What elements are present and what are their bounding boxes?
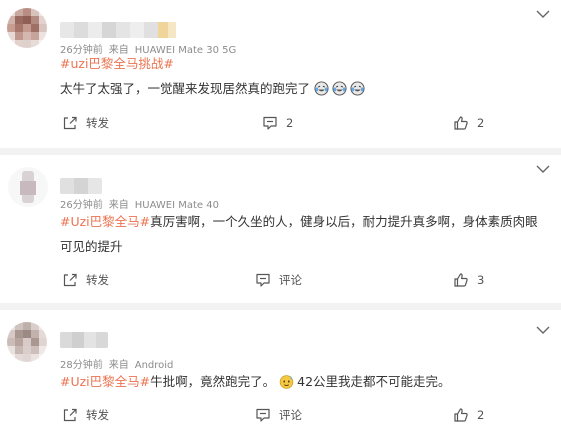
section-divider xyxy=(0,303,561,310)
comment-feed: 26分钟前 来自 HUAWEI Mate 30 5G #uzi巴黎全马挑战# 太牛了… xyxy=(0,0,561,435)
post-body: #uzi巴黎全马挑战# 太牛了太强了，一觉醒来发现居然真的跑完了 xyxy=(60,51,368,101)
like-count: 2 xyxy=(477,116,485,130)
repost-button[interactable]: 转发 xyxy=(62,111,109,135)
comment-card: 28分钟前 来自 Android #Uzi巴黎全马#牛批啊，竟然跑完了。 42公里我… xyxy=(0,310,561,435)
repost-label: 转发 xyxy=(86,408,109,422)
action-bar: 转发 评论 3 xyxy=(0,268,561,292)
laughing-tears-emoji xyxy=(350,81,365,96)
laughing-tears-emoji xyxy=(314,81,329,96)
thumbs-up-icon xyxy=(454,273,468,287)
chevron-down-icon[interactable] xyxy=(535,8,551,20)
comment-button[interactable]: 评论 xyxy=(255,403,302,427)
avatar[interactable] xyxy=(8,167,48,207)
action-bar: 转发 2 2 xyxy=(0,111,561,135)
comment-count: 2 xyxy=(286,116,294,130)
repost-button[interactable]: 转发 xyxy=(62,268,109,292)
share-out-icon xyxy=(63,408,77,422)
topic-tag[interactable]: #Uzi巴黎全马# xyxy=(60,374,150,389)
comment-card: 26分钟前 来自 HUAWEI Mate 40 #Uzi巴黎全马#真厉害啊，一个久坐… xyxy=(0,155,561,303)
chevron-down-icon[interactable] xyxy=(535,163,551,175)
like-button[interactable]: 3 xyxy=(453,268,484,292)
like-count: 3 xyxy=(477,273,485,287)
post-text: 真厉害啊，一个久坐的人，健身以后，耐力提升真多啊，身体素质肉眼 xyxy=(150,214,538,229)
laughing-tears-emoji xyxy=(332,81,347,96)
post-body: #Uzi巴黎全马#牛批啊，竟然跑完了。 42公里我走都不可能走完。 xyxy=(60,369,451,394)
username-blurred[interactable] xyxy=(60,332,108,348)
avatar[interactable] xyxy=(7,8,47,48)
comment-label: 评论 xyxy=(279,273,302,287)
share-out-icon xyxy=(63,116,77,130)
repost-button[interactable]: 转发 xyxy=(62,403,109,427)
thumbs-up-icon xyxy=(454,116,468,130)
comment-icon xyxy=(256,273,270,287)
comment-label: 评论 xyxy=(279,408,302,422)
comment-icon xyxy=(256,408,270,422)
action-bar: 转发 评论 2 xyxy=(0,403,561,427)
username-blurred[interactable] xyxy=(60,22,180,38)
thumbs-up-icon xyxy=(454,408,468,422)
comment-button[interactable]: 评论 xyxy=(255,268,302,292)
post-text: 太牛了太强了，一觉醒来发现居然真的跑完了 xyxy=(60,81,311,96)
post-text: 牛批啊，竟然跑完了。 xyxy=(150,374,276,389)
comment-icon xyxy=(263,116,277,130)
comment-button[interactable]: 2 xyxy=(262,111,293,135)
topic-tag[interactable]: #uzi巴黎全马挑战# xyxy=(60,56,174,71)
avatar[interactable] xyxy=(7,322,47,362)
topic-tag[interactable]: #Uzi巴黎全马# xyxy=(60,214,150,229)
like-button[interactable]: 2 xyxy=(453,403,484,427)
share-out-icon xyxy=(63,273,77,287)
like-button[interactable]: 2 xyxy=(453,111,484,135)
username-blurred[interactable] xyxy=(60,178,102,194)
post-text-continued: 42公里我走都不可能走完。 xyxy=(297,374,451,389)
comment-card: 26分钟前 来自 HUAWEI Mate 30 5G #uzi巴黎全马挑战# 太牛了… xyxy=(0,0,561,148)
post-body: #Uzi巴黎全马#真厉害啊，一个久坐的人，健身以后，耐力提升真多啊，身体素质肉眼… xyxy=(60,209,538,259)
repost-label: 转发 xyxy=(86,116,109,130)
like-count: 2 xyxy=(477,408,485,422)
chevron-down-icon[interactable] xyxy=(535,324,551,336)
post-text-continued: 可见的提升 xyxy=(60,239,123,254)
sweat-face-emoji xyxy=(279,375,294,389)
repost-label: 转发 xyxy=(86,273,109,287)
section-divider xyxy=(0,148,561,155)
